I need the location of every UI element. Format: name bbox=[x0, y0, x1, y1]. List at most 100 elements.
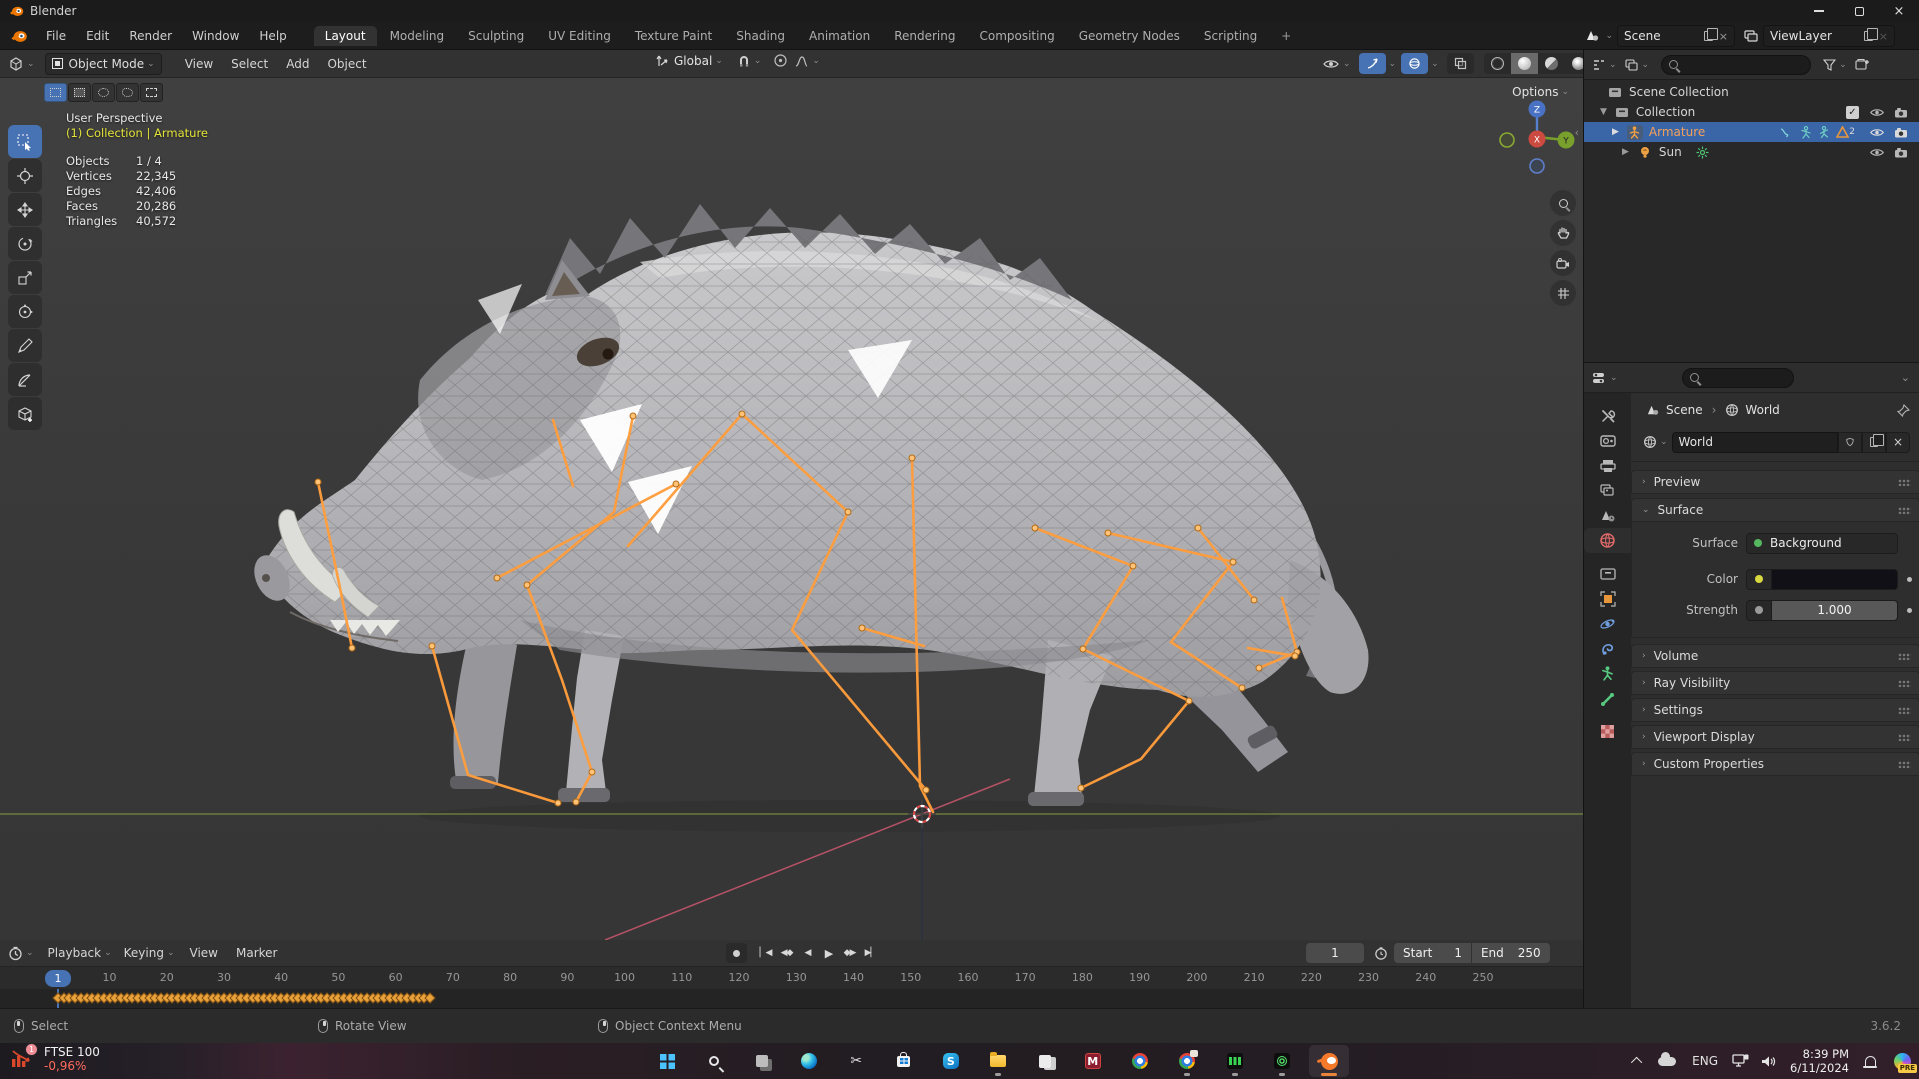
tab-bone[interactable] bbox=[1584, 686, 1631, 711]
tab-uv-editing[interactable]: UV Editing bbox=[537, 26, 622, 46]
taskbar-app-task-view[interactable] bbox=[742, 1045, 782, 1077]
proportional-editing-dropdown[interactable]: ⌄ bbox=[773, 53, 820, 68]
world-browse-button[interactable]: ⌄ bbox=[1643, 435, 1668, 449]
hide-eye-icon[interactable] bbox=[1869, 107, 1885, 118]
collection-checkbox[interactable]: ✓ bbox=[1846, 105, 1859, 119]
end-frame-field[interactable]: End 250 bbox=[1471, 943, 1550, 963]
navigation-gizmo[interactable]: Z Y X bbox=[1495, 90, 1579, 174]
menu-marker[interactable]: Marker bbox=[227, 946, 286, 960]
volume-icon[interactable] bbox=[1761, 1055, 1776, 1068]
tab-compositing[interactable]: Compositing bbox=[968, 26, 1065, 46]
properties-options-dropdown[interactable]: ⌄ bbox=[1901, 371, 1910, 384]
menu-render[interactable]: Render bbox=[119, 24, 182, 48]
tab-object[interactable] bbox=[1584, 586, 1631, 611]
select-mode-tweak[interactable] bbox=[44, 83, 67, 102]
timeline-editor-type[interactable]: ⌄ bbox=[8, 946, 34, 961]
color-animate-dot[interactable] bbox=[1907, 576, 1912, 582]
gizmo-axis-z-neg[interactable] bbox=[1529, 158, 1545, 174]
boar-mesh[interactable] bbox=[247, 204, 1369, 806]
overlays-toggle[interactable]: ⌄ bbox=[1401, 53, 1439, 74]
panel-settings[interactable]: › Settings bbox=[1631, 698, 1919, 722]
taskbar-app-microsoft-store[interactable] bbox=[884, 1045, 924, 1077]
disable-render-camera-icon[interactable] bbox=[1894, 147, 1908, 158]
fake-user-shield-button[interactable] bbox=[1838, 431, 1862, 453]
outliner-display-mode[interactable]: ⌄ bbox=[1592, 59, 1617, 71]
menu-edit[interactable]: Edit bbox=[76, 24, 119, 48]
tool-measure[interactable] bbox=[8, 363, 42, 396]
editor-type-button[interactable]: ⌄ bbox=[8, 56, 35, 72]
strength-input-socket[interactable] bbox=[1746, 599, 1772, 621]
tab-view-layer[interactable] bbox=[1584, 478, 1631, 503]
copy-datablock-button[interactable] bbox=[1862, 431, 1886, 453]
panel-custom-properties[interactable]: › Custom Properties bbox=[1631, 752, 1919, 776]
expand-arrow-icon[interactable]: ▶ bbox=[1612, 127, 1619, 137]
hide-eye-icon[interactable] bbox=[1869, 147, 1885, 158]
taskbar-app-green-app[interactable] bbox=[1215, 1045, 1255, 1077]
play-reverse-button[interactable]: ◀ bbox=[797, 943, 818, 963]
menu-window[interactable]: Window bbox=[182, 24, 249, 48]
next-keyframe-button[interactable]: ◆▶ bbox=[839, 943, 860, 963]
taskbar-app-notes[interactable] bbox=[1025, 1045, 1065, 1077]
clock[interactable]: 8:39 PM 6/11/2024 bbox=[1790, 1047, 1849, 1075]
panel-surface[interactable]: ⌄ Surface bbox=[1631, 498, 1919, 522]
pin-icon[interactable] bbox=[1897, 403, 1910, 417]
orientation-dropdown[interactable]: Global ⌄ bbox=[674, 54, 723, 68]
outliner-row-collection[interactable]: ▼ Collection ✓ bbox=[1584, 102, 1919, 122]
taskbar-app-blender[interactable] bbox=[1309, 1045, 1350, 1077]
notifications-icon[interactable] bbox=[1863, 1056, 1877, 1068]
tab-animation[interactable]: Animation bbox=[798, 26, 881, 46]
taskbar-app-skype[interactable]: S bbox=[931, 1045, 971, 1077]
tab-render[interactable] bbox=[1584, 428, 1631, 453]
tab-texture-paint[interactable]: Texture Paint bbox=[624, 26, 723, 46]
disable-render-camera-icon[interactable] bbox=[1894, 127, 1908, 138]
outliner-filter-mode[interactable]: ⌄ bbox=[1624, 58, 1649, 71]
menu-select[interactable]: Select bbox=[222, 57, 277, 71]
tool-cursor[interactable] bbox=[8, 159, 42, 192]
new-collection-button[interactable] bbox=[1855, 58, 1870, 71]
select-mode-lasso[interactable] bbox=[116, 83, 139, 102]
breadcrumb-world[interactable]: World bbox=[1745, 403, 1779, 417]
viewport-3d[interactable]: Options ⌄ ‹ User Perspective (1) Collecti… bbox=[0, 78, 1583, 940]
outliner-filter-button[interactable]: ⌄ bbox=[1823, 58, 1847, 71]
taskbar-app-edge[interactable] bbox=[789, 1045, 829, 1077]
tab-world[interactable] bbox=[1584, 528, 1631, 553]
onedrive-icon[interactable] bbox=[1658, 1051, 1677, 1066]
blender-app-menu-icon[interactable] bbox=[10, 29, 28, 43]
gizmo-axis-y-neg[interactable] bbox=[1499, 132, 1515, 148]
gizmos-toggle[interactable]: ⌄ bbox=[1358, 53, 1396, 74]
tab-constraints[interactable] bbox=[1584, 636, 1631, 661]
properties-editor-type[interactable]: ⌄ bbox=[1592, 371, 1618, 385]
tab-scripting[interactable]: Scripting bbox=[1193, 26, 1268, 46]
tray-expand-icon[interactable] bbox=[1631, 1056, 1643, 1069]
taskbar-app-chrome[interactable] bbox=[1120, 1045, 1160, 1077]
jump-to-end-button[interactable]: ▶▏ bbox=[860, 943, 881, 963]
taskbar-app-snipping-tool[interactable]: ✂ bbox=[836, 1045, 876, 1077]
shading-material-button[interactable] bbox=[1537, 53, 1565, 74]
visibility-dropdown[interactable]: ⌄ bbox=[1322, 57, 1351, 71]
tab-shading[interactable]: Shading bbox=[725, 26, 796, 46]
camera-view-button[interactable] bbox=[1550, 250, 1576, 276]
unlink-datablock-button[interactable]: × bbox=[1886, 431, 1910, 453]
disable-render-camera-icon[interactable] bbox=[1894, 107, 1908, 118]
menu-file[interactable]: File bbox=[36, 24, 76, 48]
tool-annotate[interactable] bbox=[8, 329, 42, 362]
properties-search-input[interactable] bbox=[1681, 367, 1794, 388]
tool-rotate[interactable] bbox=[8, 227, 42, 260]
menu-timeline-view[interactable]: View bbox=[181, 946, 227, 960]
tab-tool[interactable] bbox=[1584, 403, 1631, 428]
current-frame-field[interactable]: 1 bbox=[1306, 943, 1364, 963]
panel-drag-grip[interactable] bbox=[1898, 506, 1911, 514]
tab-output[interactable] bbox=[1584, 453, 1631, 478]
taskbar-app-m-app[interactable]: M bbox=[1073, 1045, 1113, 1077]
tab-layout[interactable]: Layout bbox=[313, 25, 377, 46]
outliner-row-armature[interactable]: ▶ Armature 2 bbox=[1584, 122, 1919, 142]
tab-physics[interactable] bbox=[1584, 611, 1631, 636]
add-workspace-button[interactable]: + bbox=[1270, 26, 1302, 46]
pan-hand-button[interactable] bbox=[1550, 220, 1576, 246]
mode-dropdown[interactable]: Object Mode ⌄ bbox=[44, 52, 162, 75]
tab-texture[interactable] bbox=[1584, 719, 1631, 744]
tool-scale[interactable] bbox=[8, 261, 42, 294]
panel-ray-visibility[interactable]: › Ray Visibility bbox=[1631, 671, 1919, 695]
timeline-keyframe-band[interactable] bbox=[0, 989, 1583, 1008]
expand-arrow-icon[interactable]: ▼ bbox=[1600, 107, 1607, 117]
